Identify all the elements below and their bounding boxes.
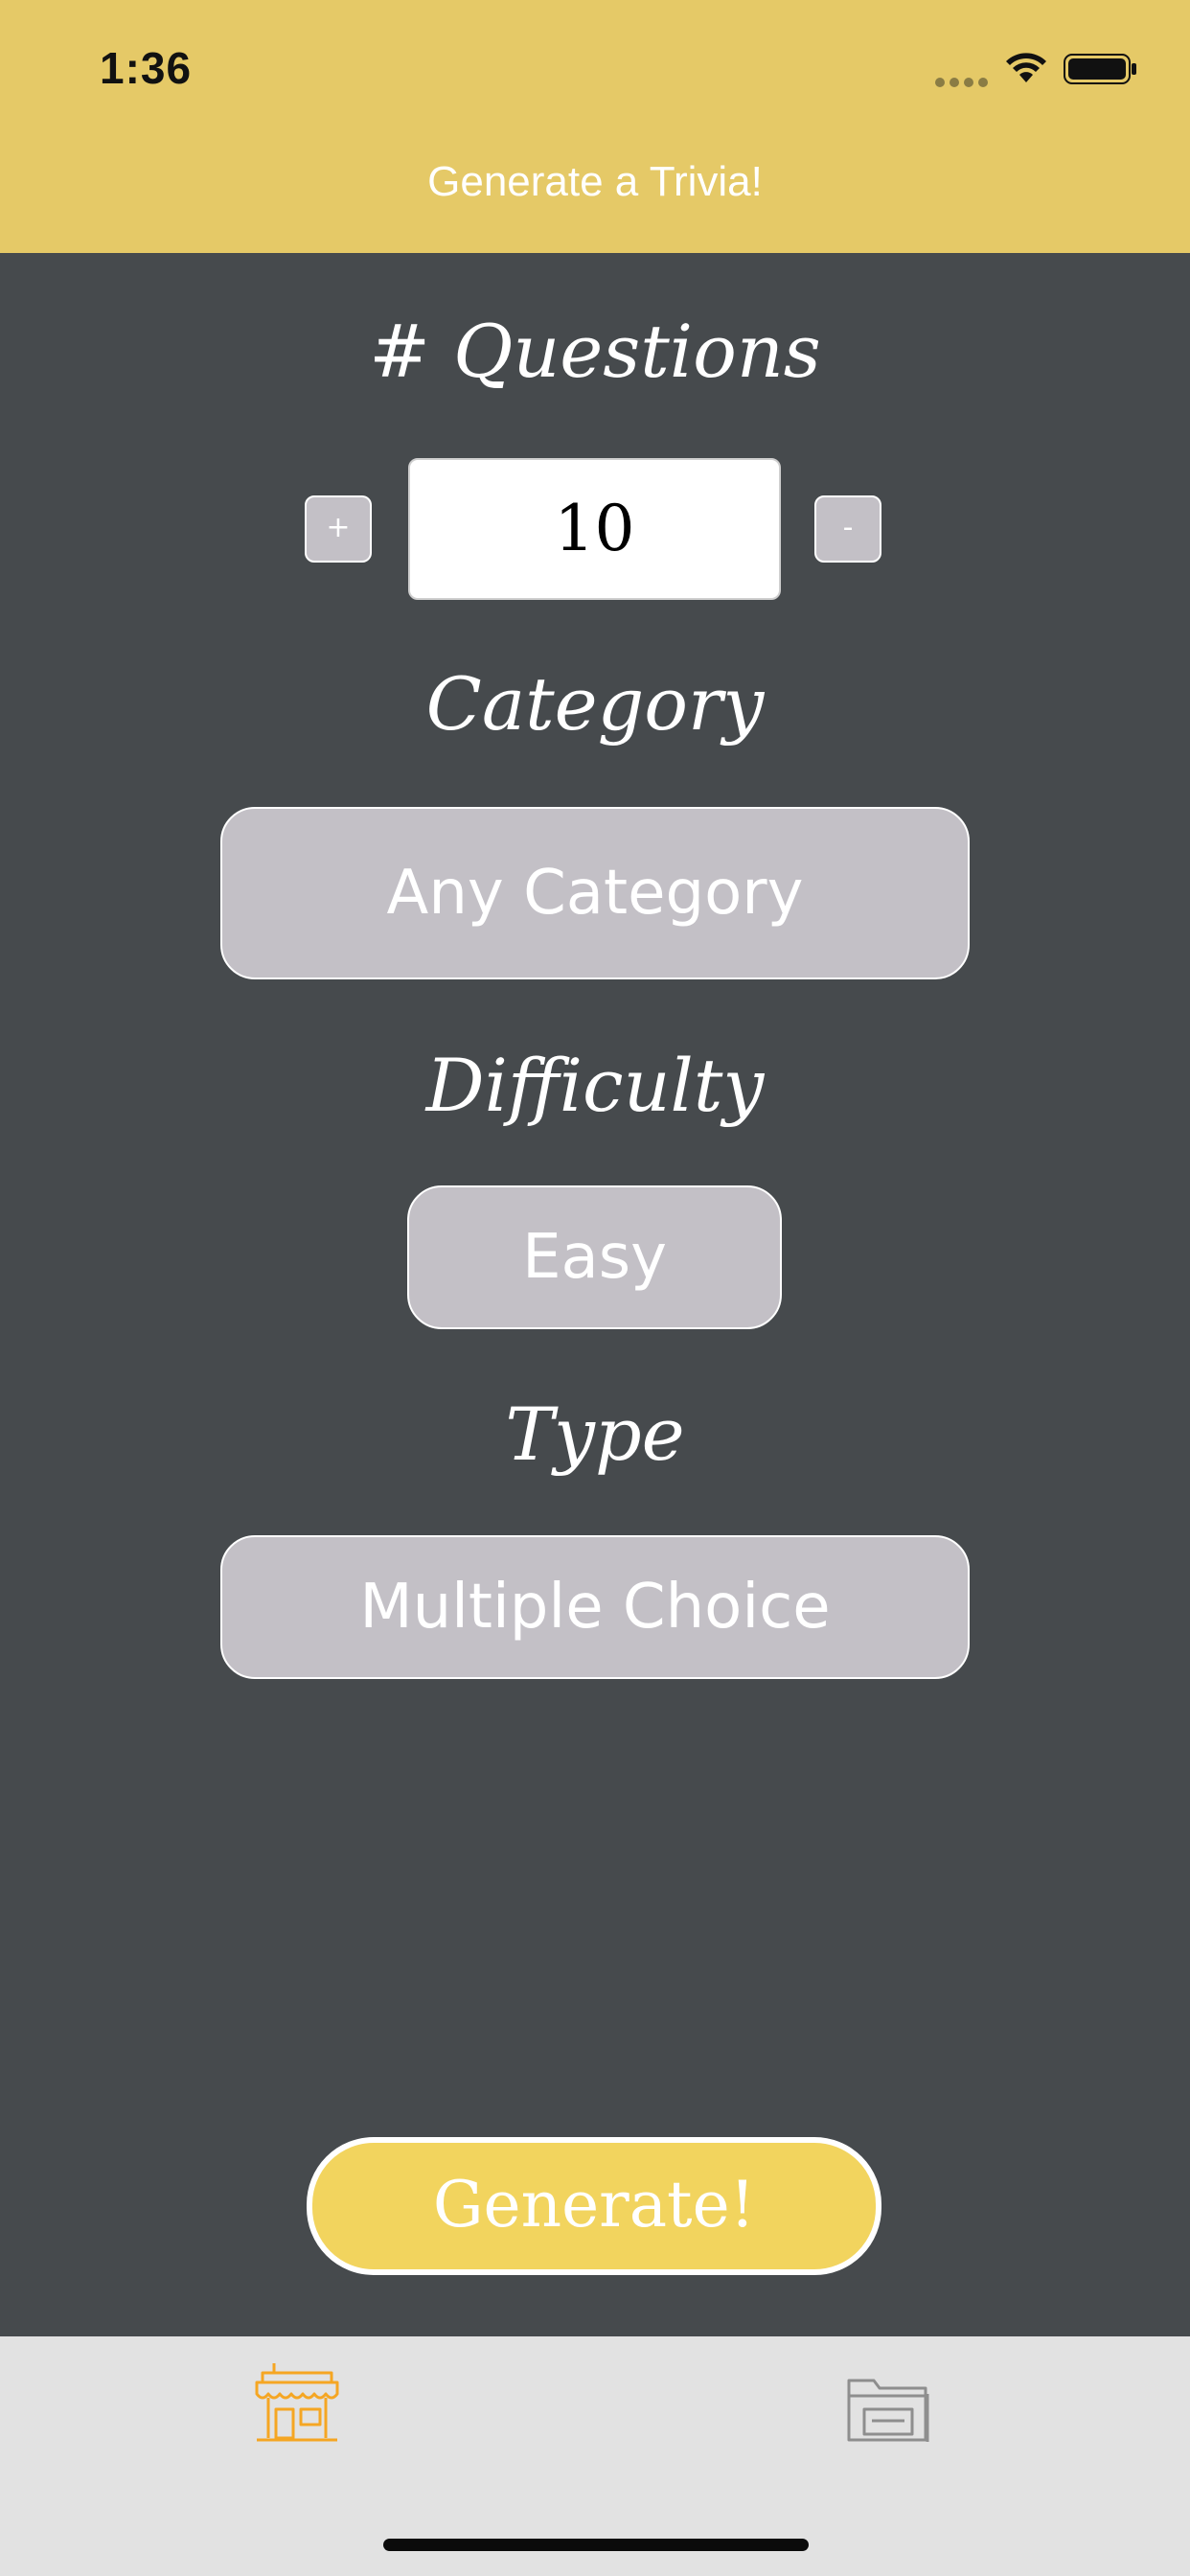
questions-label: # Questions (369, 309, 821, 394)
store-icon (255, 2363, 339, 2442)
generate-button[interactable]: Generate! (307, 2137, 881, 2275)
home-indicator (383, 2539, 809, 2551)
decrement-button[interactable]: - (814, 495, 881, 563)
folder-icon (847, 2379, 929, 2442)
category-select-button[interactable]: Any Category (220, 807, 970, 979)
status-icons (935, 50, 1146, 88)
tab-folder[interactable] (845, 2371, 933, 2448)
battery-icon (1064, 54, 1136, 84)
signal-icon (935, 73, 993, 91)
header-bar (0, 0, 1190, 253)
type-label: Type (505, 1392, 685, 1477)
difficulty-select-button[interactable]: Easy (407, 1185, 782, 1329)
wifi-icon (1006, 53, 1046, 82)
status-time: 1:36 (100, 43, 193, 93)
increment-button[interactable]: + (305, 495, 372, 563)
tab-store[interactable] (249, 2359, 345, 2451)
difficulty-label: Difficulty (425, 1043, 765, 1128)
category-label: Category (425, 661, 765, 747)
type-select-button[interactable]: Multiple Choice (220, 1535, 970, 1679)
page-title: Generate a Trivia! (427, 158, 763, 205)
question-count-field[interactable]: 10 (408, 458, 781, 600)
